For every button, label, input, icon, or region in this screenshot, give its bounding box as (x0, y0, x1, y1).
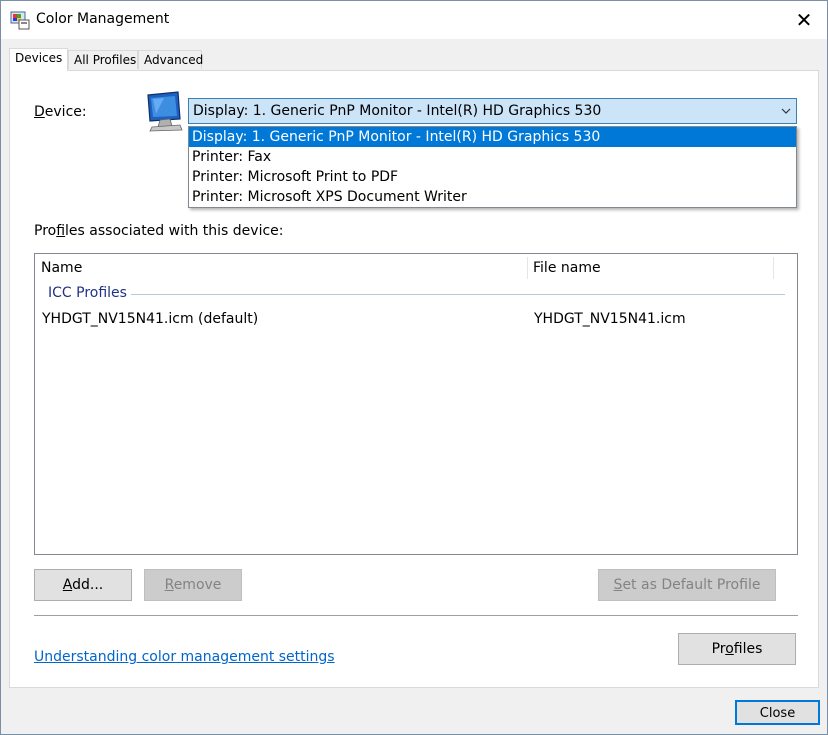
set-default-profile-button[interactable]: Set as Default Profile (598, 569, 776, 601)
title-bar: Color Management ✕ (1, 1, 827, 39)
close-button[interactable]: Close (735, 700, 820, 725)
group-header-icc-profiles: ICC Profiles (48, 285, 127, 301)
tab-devices[interactable]: Devices (9, 48, 68, 71)
divider (34, 615, 798, 616)
understanding-color-management-link[interactable]: Understanding color management settings (34, 649, 335, 665)
window-title: Color Management (36, 11, 170, 27)
monitor-icon (144, 89, 188, 133)
device-select[interactable]: Display: 1. Generic PnP Monitor - Intel(… (188, 98, 797, 124)
table-row-name[interactable]: YHDGT_NV15N41.icm (default) (42, 311, 258, 327)
color-management-app-icon (10, 10, 30, 30)
device-option[interactable]: Printer: Microsoft XPS Document Writer (189, 187, 796, 207)
group-divider (131, 294, 785, 295)
remove-button[interactable]: Remove (144, 569, 242, 601)
device-select-value: Display: 1. Generic PnP Monitor - Intel(… (193, 103, 602, 119)
profiles-list[interactable]: Name File name ICC Profiles YHDGT_NV15N4… (34, 253, 798, 555)
profiles-associated-label: Profiles associated with this device: (34, 223, 284, 239)
color-management-window: Color Management ✕ Devices All Profiles … (0, 0, 828, 735)
column-header-file-name[interactable]: File name (527, 254, 779, 282)
device-option[interactable]: Printer: Microsoft Print to PDF (189, 167, 796, 187)
device-option[interactable]: Printer: Fax (189, 147, 796, 167)
add-button[interactable]: Add... (34, 569, 132, 601)
close-window-icon[interactable]: ✕ (781, 1, 827, 39)
device-dropdown-list: Display: 1. Generic PnP Monitor - Intel(… (188, 126, 797, 208)
tab-all-profiles[interactable]: All Profiles (68, 50, 138, 69)
devices-panel: Device: Display: 1. Generic PnP Monitor … (9, 70, 819, 688)
device-label: Device: (34, 104, 87, 120)
column-separator[interactable] (773, 257, 774, 279)
device-option[interactable]: Display: 1. Generic PnP Monitor - Intel(… (189, 127, 796, 147)
column-header-name[interactable]: Name (35, 254, 533, 282)
table-row-file[interactable]: YHDGT_NV15N41.icm (534, 311, 686, 327)
profiles-button[interactable]: Profiles (678, 633, 796, 665)
tab-advanced[interactable]: Advanced (138, 50, 203, 69)
